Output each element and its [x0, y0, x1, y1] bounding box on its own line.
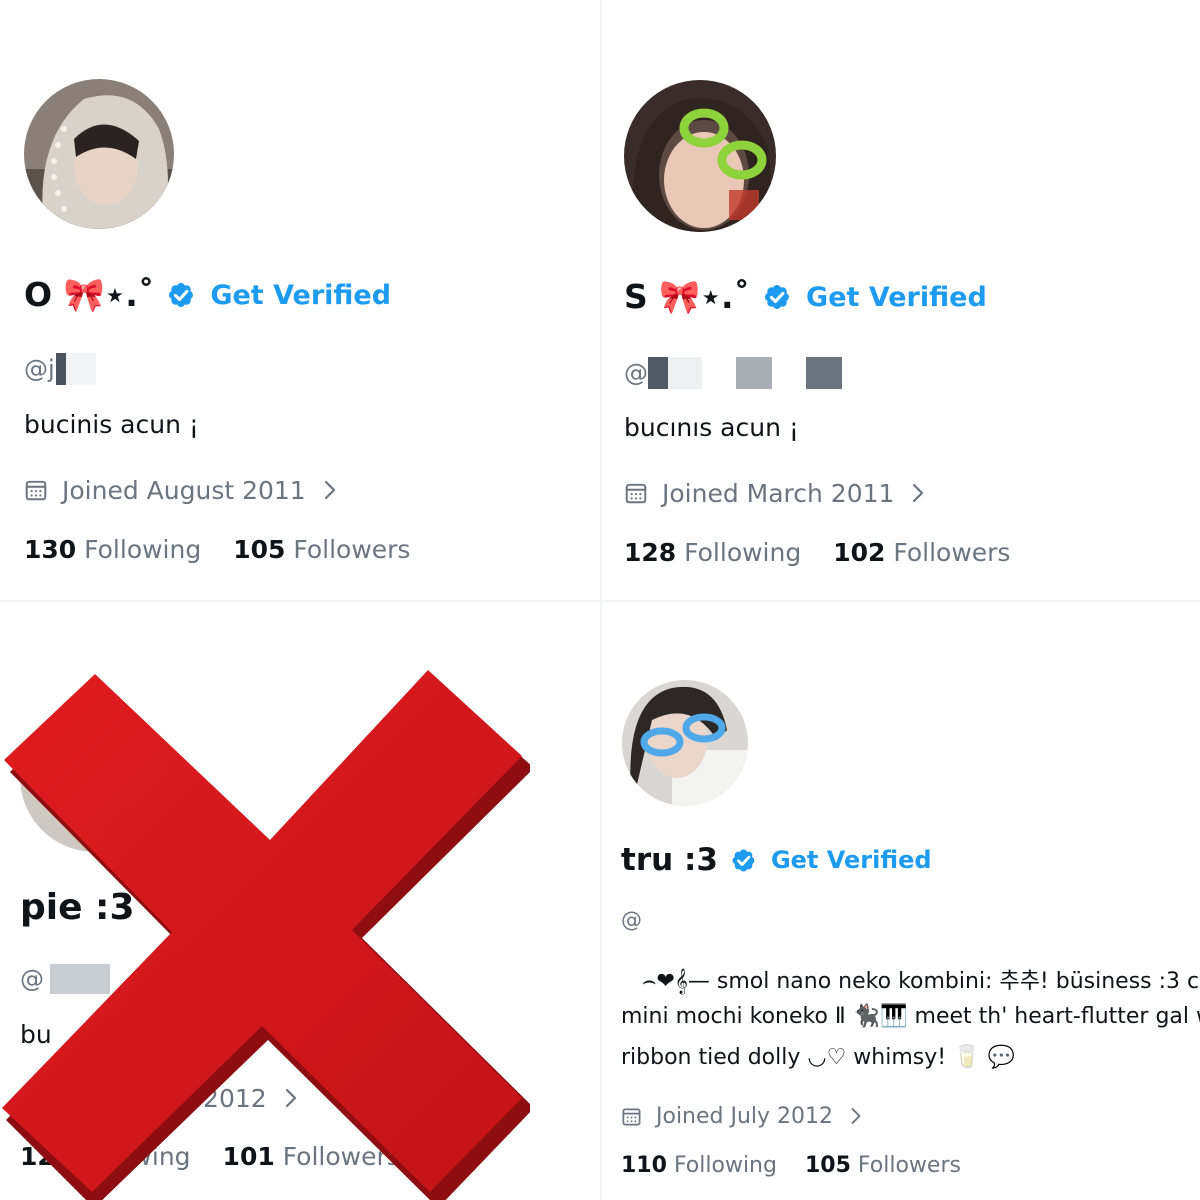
get-verified-link[interactable]: Get Verified: [771, 846, 932, 874]
username-handle: @: [624, 359, 648, 387]
following-count: 128: [624, 538, 677, 567]
name-row: tru :3 Get Verified: [621, 840, 932, 880]
joined-date: Joined July 2012: [656, 1103, 834, 1129]
followers-count: 102: [833, 538, 886, 567]
chevron-right-icon: [913, 483, 924, 503]
follow-stats: 128 Following 102 Followers: [624, 538, 1010, 567]
username-handle: @: [621, 908, 642, 932]
handle-row: @: [624, 356, 842, 390]
bio-line: mini mochi koneko Ⅱ 🐈‍⬛🎹 meet th' heart-…: [621, 1004, 1200, 1029]
calendar-icon: [24, 478, 48, 502]
joined-date: Joined August 2011: [62, 475, 306, 505]
redaction-blur: [55, 353, 66, 385]
profile-card-1: O 🎀⋆.˚ Get Verified @j bucinis acun ¡ Jo…: [0, 0, 600, 600]
followers-count: 105: [804, 1153, 851, 1178]
following-label: Following: [684, 538, 802, 567]
followers-label: Followers: [857, 1153, 961, 1178]
bio: bucinis acun ¡: [24, 410, 199, 439]
redaction-blur: [806, 357, 842, 389]
bio: bucınıs acun ¡: [624, 413, 799, 442]
divider: [0, 600, 1200, 602]
follow-stats: 110 Following 105 Followers: [621, 1153, 961, 1178]
follow-stats: 130 Following 105 Followers: [24, 535, 410, 564]
followers-count: 105: [233, 535, 286, 564]
avatar[interactable]: [622, 680, 748, 806]
display-name: tru :3: [621, 842, 718, 878]
joined-row[interactable]: Joined August 2011: [24, 472, 338, 508]
display-name: S 🎀⋆.˚: [624, 277, 751, 316]
redaction-blur: [65, 353, 96, 385]
verified-badge-icon[interactable]: [760, 280, 794, 314]
chevron-right-icon: [324, 480, 335, 500]
following-link[interactable]: 110 Following: [621, 1153, 777, 1178]
joined-row[interactable]: Joined March 2011: [624, 475, 926, 511]
joined-row[interactable]: Joined July 2012: [621, 1100, 863, 1132]
redaction-blur: [668, 357, 702, 389]
followers-link[interactable]: 102 Followers: [833, 538, 1010, 567]
calendar-icon: [624, 481, 648, 505]
red-x-mark-icon: [2, 670, 530, 1200]
name-row: S 🎀⋆.˚ Get Verified: [624, 276, 987, 318]
bio-line: ribbon tied dolly ◡♡ whimsy! 🥛 💬: [621, 1045, 1015, 1070]
followers-label: Followers: [893, 538, 1011, 567]
verified-badge-icon[interactable]: [164, 278, 198, 312]
profile-card-2: S 🎀⋆.˚ Get Verified @ bucınıs acun ¡ Joi…: [602, 0, 1200, 600]
verified-badge-icon[interactable]: [728, 845, 759, 876]
redaction-blur: [736, 357, 772, 389]
handle-row: @: [621, 908, 642, 932]
calendar-icon: [621, 1106, 642, 1127]
display-name: O 🎀⋆.˚: [24, 275, 155, 314]
following-count: 110: [621, 1153, 667, 1178]
followers-link[interactable]: 105 Followers: [233, 535, 410, 564]
get-verified-link[interactable]: Get Verified: [210, 280, 391, 311]
following-link[interactable]: 130 Following: [24, 535, 201, 564]
following-link[interactable]: 128 Following: [624, 538, 801, 567]
following-count: 130: [24, 535, 77, 564]
following-label: Following: [84, 535, 202, 564]
profile-card-4: tru :3 Get Verified @ ⌢❤𝄞— smol nano nek…: [602, 602, 1200, 1200]
handle-row: @j: [24, 352, 96, 386]
get-verified-link[interactable]: Get Verified: [806, 282, 987, 313]
name-row: O 🎀⋆.˚ Get Verified: [24, 274, 391, 316]
following-label: Following: [673, 1153, 777, 1178]
followers-link[interactable]: 105 Followers: [805, 1153, 961, 1178]
redaction-blur: [648, 357, 668, 389]
avatar[interactable]: [624, 80, 776, 232]
followers-label: Followers: [293, 535, 411, 564]
chevron-right-icon: [851, 1108, 861, 1124]
bio-line: ⌢❤𝄞— smol nano neko kombini: 추추! büsines…: [642, 969, 1200, 994]
username-handle: @j: [24, 355, 55, 383]
joined-date: Joined March 2011: [662, 478, 895, 508]
avatar[interactable]: [24, 79, 174, 229]
